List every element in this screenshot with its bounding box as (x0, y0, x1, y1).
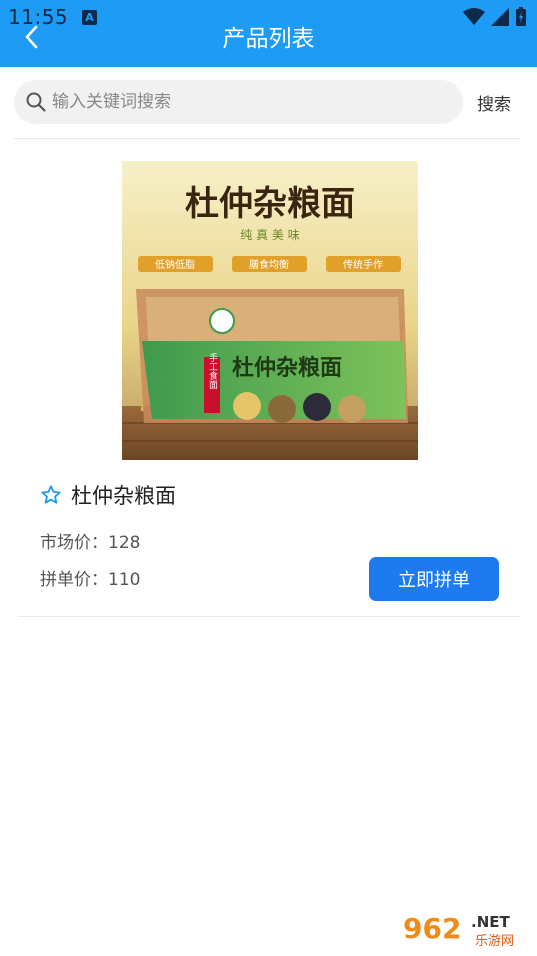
search-input[interactable] (52, 92, 432, 112)
group-buy-button[interactable]: 立即拼单 (369, 557, 499, 601)
search-bar (14, 80, 463, 124)
watermark-net: .NET (471, 913, 510, 931)
package-side-label: 手工食面 (207, 352, 218, 390)
market-price-label: 市场价： (40, 533, 108, 553)
group-price-value: 110 (108, 570, 141, 590)
search-button[interactable]: 搜索 (477, 90, 511, 115)
package-title: 杜仲杂粮面 (232, 355, 342, 381)
divider (18, 616, 521, 617)
watermark-logo: 962 .NET 乐游网 (399, 907, 531, 952)
page-title: 产品列表 (222, 26, 315, 52)
banner-title: 杜仲杂粮面 (185, 184, 355, 224)
banner-subtitle: 纯 真 美 味 (240, 228, 299, 242)
watermark-big: 962 (403, 912, 461, 945)
market-price: 市场价：128 (40, 528, 140, 553)
product-name[interactable]: 杜仲杂粮面 (71, 480, 176, 510)
star-outline-icon[interactable] (40, 484, 62, 506)
image-tag-2: 膳食均衡 (249, 258, 289, 271)
divider (14, 138, 521, 139)
market-price-value: 128 (108, 533, 141, 553)
image-tag-3: 传统手作 (343, 258, 383, 271)
image-tag-1: 低钠低脂 (155, 258, 195, 271)
product-image[interactable]: 杜仲杂粮面 纯 真 美 味 低钠低脂 膳食均衡 传统手作 杜仲杂粮面 手工食面 (122, 161, 418, 460)
group-price-label: 拼单价： (40, 570, 108, 590)
search-icon (26, 92, 46, 112)
app-bar: 11:55 A 产品列表 (0, 0, 537, 67)
group-price: 拼单价：110 (40, 565, 140, 590)
watermark-small: 乐游网 (475, 934, 514, 949)
product-name-row: 杜仲杂粮面 (40, 480, 176, 510)
product-image-art: 杜仲杂粮面 纯 真 美 味 低钠低脂 膳食均衡 传统手作 杜仲杂粮面 手工食面 (122, 161, 418, 460)
